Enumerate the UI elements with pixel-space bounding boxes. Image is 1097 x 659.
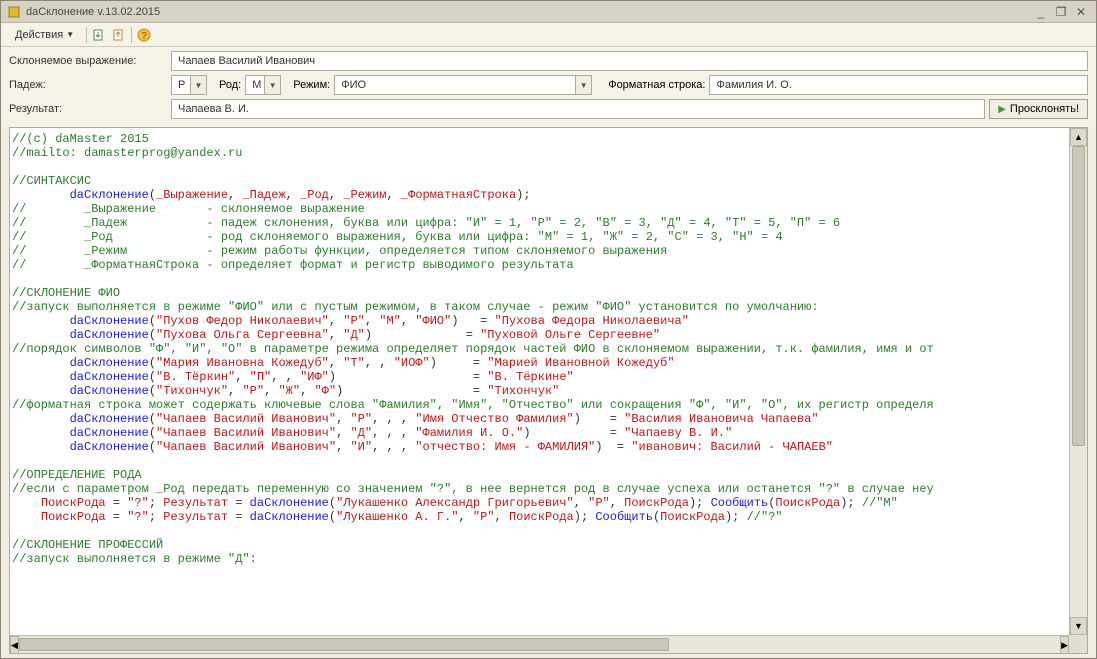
scroll-corner xyxy=(1069,635,1087,653)
scroll-thumb[interactable] xyxy=(1072,146,1085,446)
scroll-right-icon[interactable]: ▶ xyxy=(1060,636,1069,654)
play-icon: ▶ xyxy=(998,104,1006,115)
divider xyxy=(131,27,132,43)
format-label: Форматная строка: xyxy=(608,79,705,91)
format-input[interactable] xyxy=(709,75,1088,95)
scroll-left-icon[interactable]: ◀ xyxy=(10,636,19,654)
close-button[interactable]: ✕ xyxy=(1072,4,1090,20)
scroll-thumb[interactable] xyxy=(19,638,669,651)
run-label: Просклонять! xyxy=(1010,103,1079,115)
app-window: daСклонение v.13.02.2015 _ ❐ ✕ Действия … xyxy=(0,0,1097,659)
result-label: Результат: xyxy=(9,103,167,115)
actions-menu[interactable]: Действия ▼ xyxy=(7,27,82,43)
help-icon[interactable]: ? xyxy=(136,27,152,43)
code-editor[interactable]: //(c) daMaster 2015 //mailto: damasterpr… xyxy=(10,128,1087,653)
minimize-button[interactable]: _ xyxy=(1032,4,1050,20)
divider xyxy=(86,27,87,43)
app-icon xyxy=(7,5,21,19)
chevron-down-icon[interactable]: ▼ xyxy=(575,76,591,94)
expression-label: Склоняемое выражение: xyxy=(9,55,167,67)
toolbar: Действия ▼ ? xyxy=(1,23,1096,47)
export-icon[interactable] xyxy=(111,27,127,43)
horizontal-scrollbar[interactable]: ◀ ▶ xyxy=(10,635,1069,653)
padezh-label: Падеж: xyxy=(9,79,167,91)
window-title: daСклонение v.13.02.2015 xyxy=(26,6,1032,18)
expression-input[interactable] xyxy=(171,51,1088,71)
mode-label: Режим: xyxy=(293,79,330,91)
scroll-up-icon[interactable]: ▲ xyxy=(1070,128,1087,146)
actions-label: Действия xyxy=(15,29,63,41)
import-icon[interactable] xyxy=(91,27,107,43)
svg-text:?: ? xyxy=(141,31,147,42)
run-button[interactable]: ▶ Просклонять! xyxy=(989,99,1088,119)
chevron-down-icon[interactable]: ▼ xyxy=(264,76,280,94)
rod-label: Род: xyxy=(219,79,241,91)
vertical-scrollbar[interactable]: ▲ ▼ xyxy=(1069,128,1087,635)
chevron-down-icon[interactable]: ▼ xyxy=(190,76,206,94)
form-panel: Склоняемое выражение: Падеж: ▼ Род: ▼ Ре… xyxy=(1,47,1096,127)
chevron-down-icon: ▼ xyxy=(66,30,74,39)
result-output[interactable] xyxy=(171,99,985,119)
titlebar: daСклонение v.13.02.2015 _ ❐ ✕ xyxy=(1,1,1096,23)
mode-select[interactable] xyxy=(334,75,592,95)
code-editor-wrap: //(c) daMaster 2015 //mailto: damasterpr… xyxy=(9,127,1088,654)
restore-button[interactable]: ❐ xyxy=(1052,4,1070,20)
scroll-down-icon[interactable]: ▼ xyxy=(1070,617,1087,635)
